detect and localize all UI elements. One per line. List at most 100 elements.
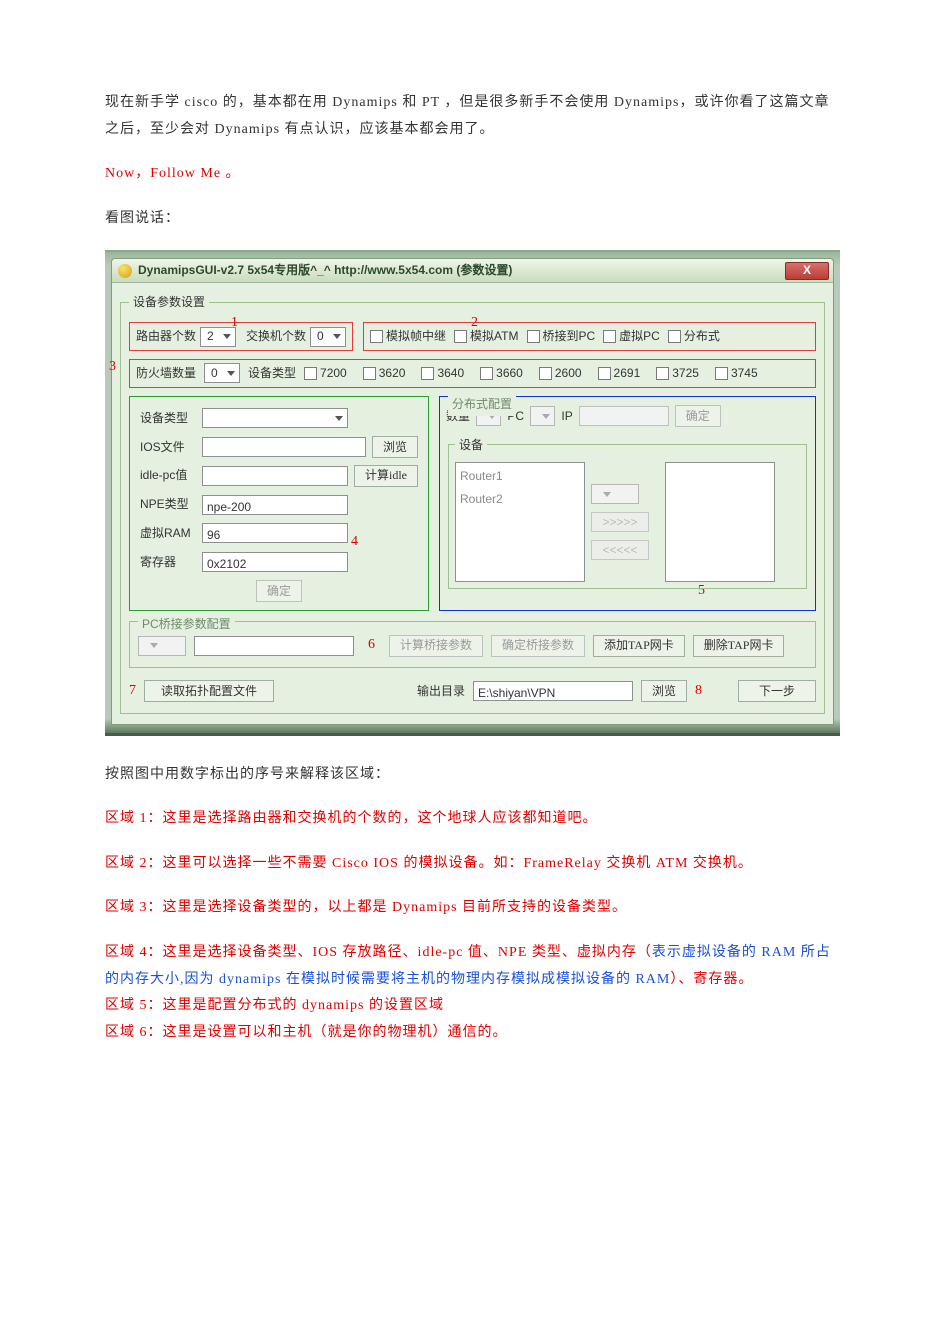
- check-dev-2600[interactable]: 2600: [539, 362, 582, 385]
- chevron-down-icon: [223, 334, 231, 339]
- device-config-panel: 4 设备类型 IOS文件 浏览: [129, 396, 429, 612]
- zone-4c: ）、寄存器。: [670, 972, 753, 987]
- dev-7200-label: 7200: [320, 362, 347, 385]
- ram-label: 虚拟RAM: [140, 522, 196, 545]
- annot-7: 7: [129, 678, 136, 705]
- check-dev-3620[interactable]: 3620: [363, 362, 406, 385]
- dist-secondary-select[interactable]: [591, 484, 639, 504]
- output-browse-button[interactable]: 浏览: [641, 680, 687, 702]
- output-dir-label: 输出目录: [417, 680, 465, 703]
- client-area: 设备参数设置 1 2 路由器个数 2: [112, 283, 833, 723]
- intro-see-picture: 看图说话：: [105, 206, 840, 233]
- calc-idle-button[interactable]: 计算idle: [354, 465, 418, 487]
- dev-3745-label: 3745: [731, 362, 758, 385]
- check-atm[interactable]: 模拟ATM: [454, 325, 518, 348]
- check-virtual-pc[interactable]: 虚拟PC: [603, 325, 660, 348]
- check-bridge-pc-label: 桥接到PC: [543, 325, 596, 348]
- zone-4-text: 区域 4：这里是选择设备类型、IOS 存放路径、idle-pc 值、NPE 类型…: [105, 940, 840, 993]
- check-distributed-label: 分布式: [684, 325, 720, 348]
- chevron-down-icon: [335, 416, 343, 421]
- close-button[interactable]: X: [785, 262, 829, 280]
- mid-panels: 4 设备类型 IOS文件 浏览: [129, 396, 816, 612]
- check-distributed[interactable]: 分布式: [668, 325, 720, 348]
- device-list-right[interactable]: [665, 462, 775, 582]
- distributed-group-title: 分布式配置: [448, 393, 516, 416]
- dev-3640-label: 3640: [437, 362, 464, 385]
- device-groupbox: 设备 Router1 Router2 >>>>> <<<<<: [448, 434, 807, 590]
- transfer-right-button[interactable]: >>>>>: [591, 512, 649, 532]
- add-tap-button[interactable]: 添加TAP网卡: [593, 635, 685, 657]
- annot-8: 8: [695, 678, 702, 705]
- npe-input[interactable]: npe-200: [202, 495, 348, 515]
- pc-bridge-input[interactable]: [194, 636, 354, 656]
- read-topo-button[interactable]: 读取拓扑配置文件: [144, 680, 274, 702]
- calc-bridge-button[interactable]: 计算桥接参数: [389, 635, 483, 657]
- firewall-count-select[interactable]: 0: [204, 363, 240, 383]
- confirm-bridge-button[interactable]: 确定桥接参数: [491, 635, 585, 657]
- device-param-fieldset: 设备参数设置 1 2 路由器个数 2: [120, 291, 825, 713]
- dev-3660-label: 3660: [496, 362, 523, 385]
- idle-input[interactable]: [202, 466, 348, 486]
- dist-ip-input[interactable]: [579, 406, 669, 426]
- intro-paragraph-1: 现在新手学 cisco 的，基本都在用 Dynamips 和 PT ，但是很多新…: [105, 90, 840, 143]
- output-dir-input[interactable]: E:\shiyan\VPN: [473, 681, 633, 701]
- chevron-down-icon: [333, 334, 341, 339]
- check-frame-relay-label: 模拟帧中继: [386, 325, 446, 348]
- check-dev-3725[interactable]: 3725: [656, 362, 699, 385]
- device-list-left[interactable]: Router1 Router2: [455, 462, 585, 582]
- pc-bridge-fieldset: PC桥接参数配置 6 计算桥接参数 确定桥接参数 添加TAP网卡 删除TAP网卡: [129, 621, 816, 668]
- dev-2600-label: 2600: [555, 362, 582, 385]
- dist-pc-select[interactable]: [530, 406, 555, 426]
- transfer-column: >>>>> <<<<<: [591, 462, 659, 582]
- explain-intro: 按照图中用数字标出的序号来解释该区域：: [105, 762, 840, 789]
- switch-count-label: 交换机个数: [246, 325, 306, 348]
- distributed-panel: 分布式配置 5 数量 PC IP 确定: [439, 396, 816, 612]
- ram-input[interactable]: 96: [202, 523, 348, 543]
- zone-1-text: 区域 1：这里是选择路由器和交换机的个数的，这个地球人应该都知道吧。: [105, 806, 840, 833]
- check-dev-2691[interactable]: 2691: [598, 362, 641, 385]
- annot-3: 3: [109, 354, 116, 381]
- reg-input[interactable]: 0x2102: [202, 552, 348, 572]
- check-virtual-pc-label: 虚拟PC: [619, 325, 660, 348]
- ios-browse-button[interactable]: 浏览: [372, 436, 418, 458]
- zone-2-text: 区域 2：这里可以选择一些不需要 Cisco IOS 的模拟设备。如：Frame…: [105, 851, 840, 878]
- chevron-down-icon: [227, 371, 235, 376]
- dev-3725-label: 3725: [672, 362, 699, 385]
- check-dev-3640[interactable]: 3640: [421, 362, 464, 385]
- reg-label: 寄存器: [140, 551, 196, 574]
- check-dev-3745[interactable]: 3745: [715, 362, 758, 385]
- screenshot-container: DynamipsGUI-v2.7 5x54专用版^_^ http://www.5…: [105, 250, 840, 735]
- list-item: Router2: [460, 488, 580, 511]
- check-dev-3660[interactable]: 3660: [480, 362, 523, 385]
- dev-3620-label: 3620: [379, 362, 406, 385]
- window: DynamipsGUI-v2.7 5x54专用版^_^ http://www.5…: [111, 258, 834, 724]
- dist-confirm-button[interactable]: 确定: [675, 405, 721, 427]
- check-dev-7200[interactable]: 7200: [304, 362, 347, 385]
- row-1: 路由器个数 2 交换机个数 0: [129, 322, 816, 351]
- router-count-select[interactable]: 2: [200, 327, 236, 347]
- app-icon: [118, 264, 132, 278]
- transfer-left-button[interactable]: <<<<<: [591, 540, 649, 560]
- next-button[interactable]: 下一步: [738, 680, 816, 702]
- titlebar: DynamipsGUI-v2.7 5x54专用版^_^ http://www.5…: [112, 259, 833, 283]
- pc-bridge-select[interactable]: [138, 636, 186, 656]
- npe-label: NPE类型: [140, 493, 196, 516]
- switch-count-select[interactable]: 0: [310, 327, 346, 347]
- ios-path-input[interactable]: [202, 437, 366, 457]
- router-switch-box: 路由器个数 2 交换机个数 0: [129, 322, 353, 351]
- devtype-select[interactable]: [202, 408, 348, 428]
- del-tap-button[interactable]: 删除TAP网卡: [693, 635, 785, 657]
- check-bridge-pc[interactable]: 桥接到PC: [527, 325, 596, 348]
- router-count-label: 路由器个数: [136, 325, 196, 348]
- zone-4a: 区域 4：这里是选择设备类型、IOS 存放路径、idle-pc 值、NPE 类型…: [105, 945, 652, 960]
- dev-2691-label: 2691: [614, 362, 641, 385]
- idle-label: idle-pc值: [140, 464, 196, 487]
- ios-label: IOS文件: [140, 436, 196, 459]
- devtype-label: 设备类型: [140, 407, 196, 430]
- zone-6-text: 区域 6：这里是设置可以和主机（就是你的物理机）通信的。: [105, 1020, 840, 1047]
- intro-follow-me: Now，Follow Me 。: [105, 161, 840, 188]
- sim-options-box: 模拟帧中继 模拟ATM 桥接到PC 虚拟PC 分布式: [363, 322, 816, 351]
- left-confirm-button[interactable]: 确定: [256, 580, 302, 602]
- device-param-legend: 设备参数设置: [129, 291, 209, 314]
- check-frame-relay[interactable]: 模拟帧中继: [370, 325, 446, 348]
